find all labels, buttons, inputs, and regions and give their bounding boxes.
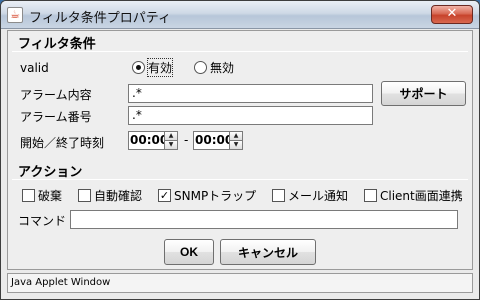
checkbox-snmp-trap[interactable]: ✓ — [158, 189, 171, 202]
valid-label: valid — [20, 61, 49, 75]
alarm-number-field[interactable]: .* — [128, 106, 373, 125]
start-time-down-arrow-icon[interactable]: ▼ — [164, 140, 178, 150]
checkbox-snmp-trap-label[interactable]: SNMPトラップ — [174, 187, 256, 204]
radio-selected-dot — [136, 65, 141, 70]
checkbox-mail-notify[interactable] — [272, 189, 285, 202]
filter-group-divider — [12, 51, 468, 52]
checkbox-client-link-label[interactable]: Client画面連携 — [380, 187, 463, 204]
radio-disabled-label[interactable]: 無効 — [210, 59, 234, 76]
action-group: アクション 破棄 自動確認 ✓ SNMPトラップ メール通知 Client画面連… — [8, 157, 472, 235]
java-cup-icon: ☕ — [7, 7, 23, 23]
checkbox-auto-confirm[interactable] — [78, 189, 91, 202]
radio-enabled[interactable] — [132, 61, 145, 74]
title-bar[interactable]: ☕ フィルタ条件プロパティ ✕ — [1, 1, 479, 29]
close-button[interactable]: ✕ — [431, 5, 473, 24]
checkbox-discard[interactable] — [22, 189, 35, 202]
dialog-window: ☕ フィルタ条件プロパティ ✕ フィルタ条件 valid 有効 無効 アラーム内… — [0, 0, 480, 300]
radio-enabled-label[interactable]: 有効 — [146, 58, 174, 77]
checkbox-client-link[interactable] — [364, 189, 377, 202]
end-time-spinner[interactable]: 00:00 ▲ ▼ — [193, 131, 243, 150]
action-group-title: アクション — [18, 165, 83, 180]
time-label: 開始／終了時刻 — [20, 136, 105, 150]
command-label: コマンド — [18, 214, 67, 228]
alarm-number-label: アラーム番号 — [20, 110, 92, 124]
filter-conditions-group: フィルタ条件 valid 有効 無効 アラーム内容 .* サポート アラーム番号… — [8, 31, 472, 155]
checkbox-discard-label[interactable]: 破棄 — [38, 187, 62, 204]
window-title: フィルタ条件プロパティ — [29, 11, 171, 26]
action-group-divider — [12, 179, 468, 180]
end-time-value[interactable]: 00:00 — [193, 131, 233, 150]
ok-button[interactable]: OK — [164, 239, 214, 265]
support-button[interactable]: サポート — [381, 81, 466, 106]
end-time-down-arrow-icon[interactable]: ▼ — [229, 140, 243, 150]
checkbox-mail-notify-label[interactable]: メール通知 — [288, 187, 348, 204]
applet-status-bar: Java Applet Window — [7, 273, 473, 293]
start-time-spinner[interactable]: 00:00 ▲ ▼ — [128, 131, 178, 150]
radio-disabled[interactable] — [194, 61, 207, 74]
alarm-content-field[interactable]: .* — [128, 84, 373, 103]
cancel-button[interactable]: キャンセル — [220, 239, 316, 265]
alarm-content-label: アラーム内容 — [20, 88, 92, 102]
checkbox-auto-confirm-label[interactable]: 自動確認 — [94, 187, 142, 204]
start-time-value[interactable]: 00:00 — [128, 131, 168, 150]
filter-group-title: フィルタ条件 — [18, 37, 96, 52]
dialog-content: フィルタ条件 valid 有効 無効 アラーム内容 .* サポート アラーム番号… — [7, 30, 473, 270]
time-separator: - — [184, 133, 189, 147]
command-field[interactable] — [70, 210, 458, 229]
